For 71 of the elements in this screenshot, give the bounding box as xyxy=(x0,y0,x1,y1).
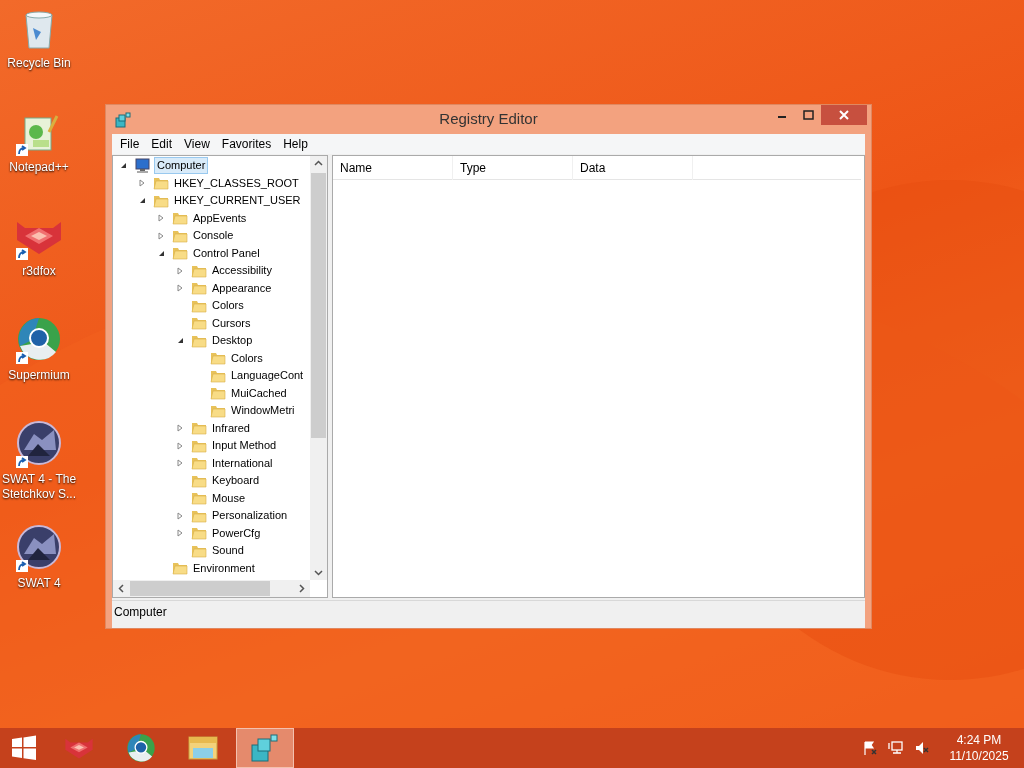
tree-item[interactable]: International xyxy=(209,454,276,472)
status-text: Computer xyxy=(113,603,167,621)
tree-item[interactable]: PowerCfg xyxy=(209,524,264,542)
folder-icon xyxy=(153,175,169,192)
menu-item[interactable]: View xyxy=(178,134,216,154)
browser-icon xyxy=(126,733,156,763)
scroll-up-icon[interactable] xyxy=(314,160,323,166)
folder-icon xyxy=(191,315,207,332)
tree-item[interactable]: Colors xyxy=(209,297,247,315)
clock-time[interactable]: 4:24 PM xyxy=(956,732,1002,748)
tree-item[interactable]: MuiCached xyxy=(228,384,290,402)
tree-item[interactable]: AppEvents xyxy=(190,209,250,227)
tree-item[interactable]: Control Panel xyxy=(190,244,263,262)
horizontal-scrollbar[interactable] xyxy=(113,580,310,597)
tree-item[interactable]: Appearance xyxy=(209,279,275,297)
speaker-muted-icon[interactable] xyxy=(914,740,930,756)
folder-icon xyxy=(191,490,207,507)
tree-item[interactable]: Accessibility xyxy=(209,262,275,280)
scroll-thumb[interactable] xyxy=(130,581,270,596)
game-icon[interactable] xyxy=(16,420,62,466)
close-button[interactable] xyxy=(821,105,867,125)
menu-item[interactable]: Edit xyxy=(145,134,179,154)
tree-item[interactable]: HKEY_CURRENT_USER xyxy=(171,192,304,210)
folder-icon xyxy=(191,420,207,437)
tree-item[interactable]: Desktop xyxy=(209,332,256,350)
folder-icon xyxy=(191,280,207,297)
scroll-right-icon[interactable] xyxy=(299,584,305,593)
browser-icon[interactable] xyxy=(16,316,62,362)
folder-icon xyxy=(187,734,219,762)
tree-item[interactable]: LanguageCont xyxy=(228,367,307,385)
tree-item[interactable]: Personalization xyxy=(209,507,291,525)
folder-icon xyxy=(172,560,188,577)
menu-item[interactable]: Help xyxy=(277,134,314,154)
tree-item[interactable]: Cursors xyxy=(209,314,254,332)
tree-item[interactable]: Console xyxy=(190,227,237,245)
column-header[interactable]: Type xyxy=(453,156,573,180)
tree-item[interactable]: Environment xyxy=(190,559,258,577)
folder-icon xyxy=(191,525,207,542)
folder-icon xyxy=(210,385,226,402)
flag-icon[interactable] xyxy=(862,740,878,756)
windows-logo-icon xyxy=(10,734,38,762)
vertical-scrollbar[interactable] xyxy=(310,156,327,580)
tree-item[interactable]: Computer xyxy=(154,157,209,175)
clock-date[interactable]: 11/10/2025 xyxy=(949,748,1009,764)
menu-item[interactable]: File xyxy=(114,134,146,154)
scroll-left-icon[interactable] xyxy=(118,584,124,593)
registry-taskbar-button[interactable] xyxy=(236,728,294,768)
tree-item[interactable]: Keyboard xyxy=(209,472,263,490)
scroll-thumb[interactable] xyxy=(311,173,326,438)
folder-icon xyxy=(210,350,226,367)
window-title: Registry Editor xyxy=(438,109,539,130)
column-header[interactable]: Name xyxy=(333,156,453,180)
cubes-icon xyxy=(249,733,281,763)
network-icon[interactable] xyxy=(888,740,904,756)
tree-item[interactable]: Colors xyxy=(228,349,266,367)
game-icon[interactable] xyxy=(16,524,62,570)
menu-item[interactable]: Favorites xyxy=(215,134,278,154)
scroll-down-icon[interactable] xyxy=(314,570,323,576)
column-header[interactable]: Data xyxy=(573,156,693,180)
tree-item[interactable]: Infrared xyxy=(209,419,253,437)
tree-item[interactable]: WindowMetri xyxy=(228,402,298,420)
folder-icon xyxy=(172,210,188,227)
folder-icon xyxy=(172,245,188,262)
registry-icon xyxy=(114,110,132,129)
tree-item[interactable]: Sound xyxy=(209,542,247,560)
maximize-icon xyxy=(802,110,814,120)
close-icon xyxy=(839,110,849,120)
tree-item[interactable]: Input Method xyxy=(209,437,280,455)
tree-item[interactable]: HKEY_CLASSES_ROOT xyxy=(171,174,302,192)
folder-icon xyxy=(191,455,207,472)
tree-item[interactable]: Mouse xyxy=(209,489,249,507)
